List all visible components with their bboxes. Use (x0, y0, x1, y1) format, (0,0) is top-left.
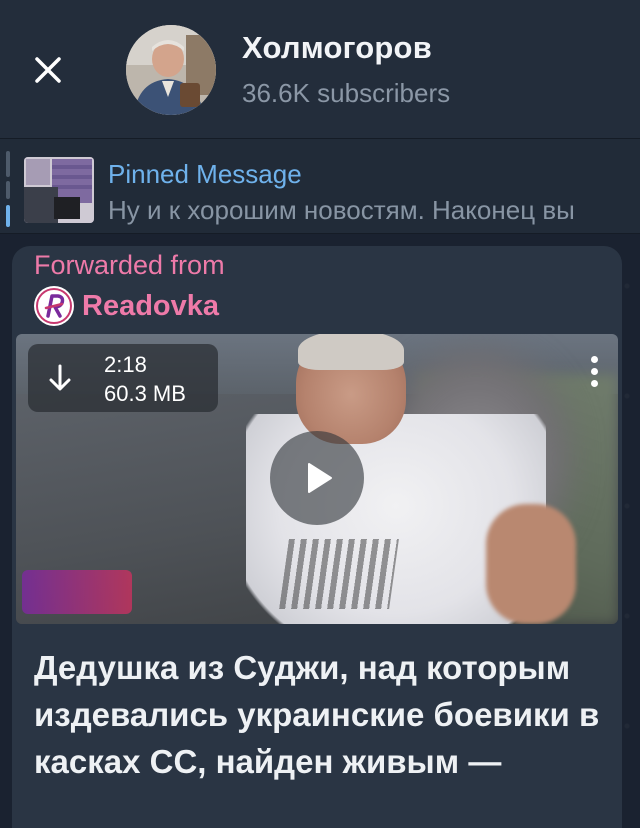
more-vertical-icon[interactable] (578, 348, 610, 394)
video-watermark-logo (22, 570, 132, 614)
forwarded-source-name[interactable]: Readovka (82, 290, 219, 323)
video-duration: 2:18 (104, 352, 147, 377)
play-button[interactable] (270, 431, 364, 525)
video-download-info[interactable]: 2:18 60.3 MB (28, 344, 218, 412)
download-icon (49, 364, 71, 391)
video-frame-hair (298, 334, 404, 370)
channel-header: Холмогоров 36.6K subscribers (0, 0, 640, 138)
pinned-text: Ну и к хорошим новостям. Наконец вы (108, 195, 575, 225)
close-button[interactable] (24, 46, 72, 94)
video-attachment[interactable]: 2:18 60.3 MB (16, 334, 618, 624)
message-text: Дедушка из Суджи, над которым издевались… (34, 649, 600, 780)
video-file-size: 60.3 MB (104, 381, 186, 406)
close-icon (35, 57, 61, 83)
pinned-thumbnail (24, 157, 94, 223)
video-frame-shirt-print (279, 539, 399, 609)
avatar-image (126, 25, 216, 115)
channel-name[interactable]: Холмогоров (242, 30, 432, 66)
subscriber-count: 36.6K subscribers (242, 78, 451, 108)
play-icon (308, 463, 332, 493)
channel-avatar[interactable] (126, 25, 216, 115)
pinned-message-bar[interactable]: Pinned Message Ну и к хорошим новостям. … (0, 138, 640, 234)
video-frame-arm (486, 504, 576, 624)
message-bubble: Forwarded from Readovka 2:18 60.3 MB Дед… (12, 246, 622, 828)
pinned-indicator (6, 151, 10, 227)
readovka-logo-icon (34, 286, 74, 326)
pinned-title: Pinned Message (108, 159, 302, 189)
forwarded-source[interactable]: Readovka (34, 286, 219, 326)
forwarded-label: Forwarded from (34, 250, 225, 280)
